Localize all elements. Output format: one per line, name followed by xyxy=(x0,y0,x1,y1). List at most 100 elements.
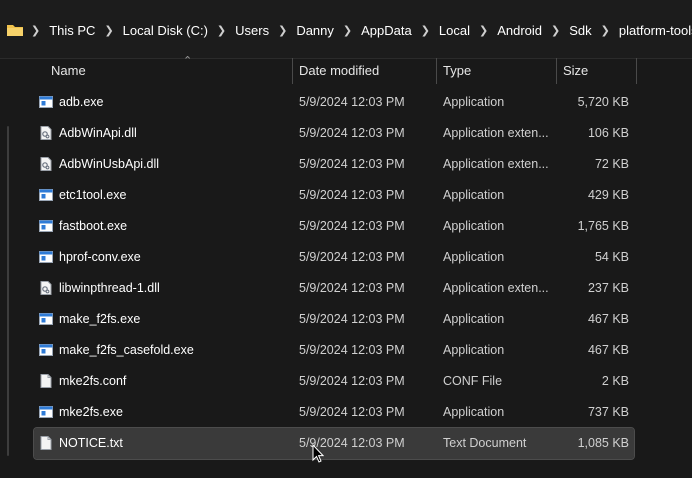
column-type[interactable]: Type xyxy=(443,58,471,84)
chevron-right-icon[interactable]: ❯ xyxy=(418,24,433,37)
breadcrumb-item[interactable]: Android xyxy=(491,23,548,38)
file-row[interactable]: AdbWinUsbApi.dll 5/9/2024 12:03 PM Applica… xyxy=(34,149,634,180)
file-size: 54 KB xyxy=(594,250,629,264)
file-type: Application exten... xyxy=(443,281,549,295)
file-date-modified: 5/9/2024 12:03 PM xyxy=(299,126,405,140)
application-icon xyxy=(39,219,53,233)
chevron-right-icon[interactable]: ❯ xyxy=(214,24,229,37)
breadcrumb: ❯ This PC ❯ Local Disk (C:) ❯ Users ❯ Danny ❯ Ap… xyxy=(6,18,692,42)
file-date-modified: 5/9/2024 12:03 PM xyxy=(299,95,405,109)
file-type: Application xyxy=(443,250,505,264)
file-row[interactable]: libwinpthread-1.dll 5/9/2024 12:03 PM Appl… xyxy=(34,273,634,304)
file-size: 467 KB xyxy=(587,343,629,357)
column-divider[interactable] xyxy=(436,58,437,84)
file-type: Application xyxy=(443,95,505,109)
file-type: Application xyxy=(443,405,505,419)
file-date-modified: 5/9/2024 12:03 PM xyxy=(299,312,405,326)
scrollbar[interactable] xyxy=(7,126,9,456)
application-icon xyxy=(39,95,53,109)
file-name: make_f2fs.exe xyxy=(59,312,141,326)
breadcrumb-item[interactable]: AppData xyxy=(355,23,418,38)
chevron-right-icon[interactable]: ❯ xyxy=(548,24,563,37)
chevron-right-icon[interactable]: ❯ xyxy=(598,24,613,37)
file-row[interactable]: hprof-conv.exe 5/9/2024 12:03 PM Applicati… xyxy=(34,242,634,273)
application-icon xyxy=(39,343,53,357)
column-date-modified[interactable]: Date modified xyxy=(299,58,379,84)
file-row[interactable]: mke2fs.conf 5/9/2024 12:03 PM CONF File 2 K… xyxy=(34,366,634,397)
chevron-right-icon[interactable]: ❯ xyxy=(28,24,43,37)
chevron-right-icon[interactable]: ❯ xyxy=(340,24,355,37)
breadcrumb-item[interactable]: This PC xyxy=(43,23,101,38)
document-icon xyxy=(39,436,53,450)
breadcrumb-item[interactable]: Sdk xyxy=(563,23,597,38)
breadcrumb-item[interactable]: Danny xyxy=(290,23,340,38)
file-name: fastboot.exe xyxy=(59,219,128,233)
file-size: 72 KB xyxy=(594,157,629,171)
file-date-modified: 5/9/2024 12:03 PM xyxy=(299,374,405,388)
application-icon xyxy=(39,312,53,326)
file-type: Application xyxy=(443,312,505,326)
file-name: mke2fs.conf xyxy=(59,374,127,388)
file-row[interactable]: mke2fs.exe 5/9/2024 12:03 PM Application 73… xyxy=(34,397,634,428)
folder-icon xyxy=(7,25,23,36)
column-size[interactable]: Size xyxy=(563,58,588,84)
file-name: AdbWinApi.dll xyxy=(59,126,137,140)
file-type: Application xyxy=(443,219,505,233)
file-type: CONF File xyxy=(443,374,503,388)
column-divider[interactable] xyxy=(636,58,637,84)
file-type: Application xyxy=(443,188,505,202)
column-divider[interactable] xyxy=(556,58,557,84)
file-name: hprof-conv.exe xyxy=(59,250,141,264)
file-size: 737 KB xyxy=(587,405,629,419)
file-list: adb.exe 5/9/2024 12:03 PM Application 5,720… xyxy=(33,87,635,460)
file-date-modified: 5/9/2024 12:03 PM xyxy=(299,219,405,233)
file-date-modified: 5/9/2024 12:03 PM xyxy=(299,281,405,295)
file-name: libwinpthread-1.dll xyxy=(59,281,160,295)
sort-up-icon: ⌃ xyxy=(183,55,193,67)
file-size: 467 KB xyxy=(587,312,629,326)
address-bar[interactable]: ❯ This PC ❯ Local Disk (C:) ❯ Users ❯ Danny ❯ Ap… xyxy=(0,0,692,59)
file-row[interactable]: make_f2fs_casefold.exe 5/9/2024 12:03 PM A… xyxy=(34,335,634,366)
file-size: 1,085 KB xyxy=(577,436,629,450)
file-type: Text Document xyxy=(443,436,527,450)
file-name: etc1tool.exe xyxy=(59,188,127,202)
file-name: adb.exe xyxy=(59,95,104,109)
dll-file-icon xyxy=(39,157,53,171)
chevron-right-icon[interactable]: ❯ xyxy=(275,24,290,37)
file-date-modified: 5/9/2024 12:03 PM xyxy=(299,405,405,419)
chevron-right-icon[interactable]: ❯ xyxy=(476,24,491,37)
file-size: 1,765 KB xyxy=(577,219,629,233)
file-date-modified: 5/9/2024 12:03 PM xyxy=(299,157,405,171)
dll-file-icon xyxy=(39,126,53,140)
file-row[interactable]: make_f2fs.exe 5/9/2024 12:03 PM Applicatio… xyxy=(34,304,634,335)
column-divider[interactable] xyxy=(292,58,293,84)
file-size: 106 KB xyxy=(587,126,629,140)
file-name: AdbWinUsbApi.dll xyxy=(59,157,160,171)
file-date-modified: 5/9/2024 12:03 PM xyxy=(299,188,405,202)
column-name[interactable]: Name xyxy=(51,58,86,84)
file-size: 2 KB xyxy=(601,374,629,388)
file-row[interactable]: adb.exe 5/9/2024 12:03 PM Application 5,720… xyxy=(34,87,634,118)
file-type: Application xyxy=(443,343,505,357)
breadcrumb-item[interactable]: Local Disk (C:) xyxy=(117,23,214,38)
breadcrumb-item[interactable]: platform-tools xyxy=(613,23,692,38)
file-size: 429 KB xyxy=(587,188,629,202)
file-row[interactable]: AdbWinApi.dll 5/9/2024 12:03 PM Applicatio… xyxy=(34,118,634,149)
application-icon xyxy=(39,188,53,202)
column-header: ⌃ Name Date modified Type Size xyxy=(20,55,637,84)
file-name: make_f2fs_casefold.exe xyxy=(59,343,194,357)
file-date-modified: 5/9/2024 12:03 PM xyxy=(299,250,405,264)
file-size: 5,720 KB xyxy=(577,95,629,109)
file-row[interactable]: etc1tool.exe 5/9/2024 12:03 PM Application… xyxy=(34,180,634,211)
file-row[interactable]: fastboot.exe 5/9/2024 12:03 PM Application… xyxy=(34,211,634,242)
breadcrumb-item[interactable]: Local xyxy=(433,23,476,38)
file-type: Application exten... xyxy=(443,126,549,140)
document-icon xyxy=(39,374,53,388)
application-icon xyxy=(39,405,53,419)
chevron-right-icon[interactable]: ❯ xyxy=(101,24,116,37)
breadcrumb-item[interactable]: Users xyxy=(229,23,275,38)
application-icon xyxy=(39,250,53,264)
file-row[interactable]: NOTICE.txt 5/9/2024 12:03 PM Text Document… xyxy=(33,427,635,460)
file-date-modified: 5/9/2024 12:03 PM xyxy=(299,343,405,357)
file-name: NOTICE.txt xyxy=(59,436,123,450)
